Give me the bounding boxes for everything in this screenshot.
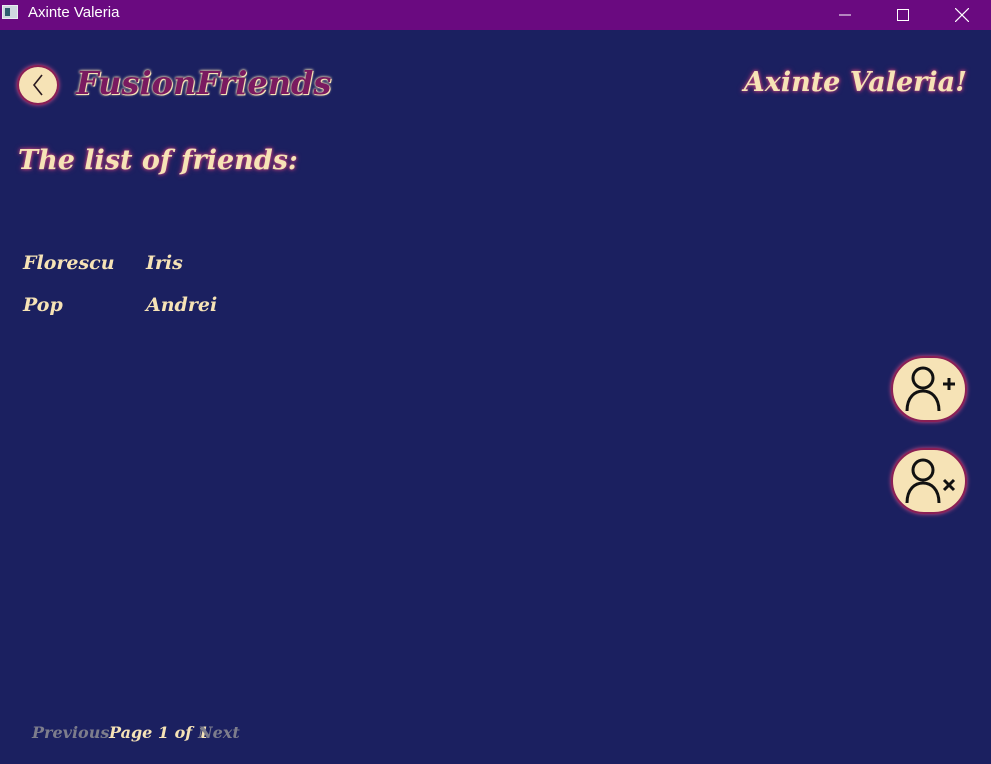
table-row[interactable]: Pop Andrei	[23, 294, 323, 336]
table-row[interactable]: Florescu Iris	[23, 252, 323, 294]
app-brand: FusionFriends	[76, 64, 332, 102]
chevron-left-icon	[32, 74, 43, 96]
friend-first-name: Andrei	[146, 294, 218, 316]
back-button[interactable]	[17, 65, 59, 105]
maximize-icon	[897, 9, 909, 21]
remove-user-icon	[905, 458, 956, 504]
add-friend-button[interactable]	[891, 356, 967, 422]
friend-first-name: Iris	[146, 252, 183, 274]
window-title: Axinte Valeria	[28, 4, 120, 21]
app-window: Axinte Valeria FusionFriends Axinte Vale…	[0, 0, 991, 764]
friends-table: Florescu Iris Pop Andrei	[23, 252, 323, 336]
remove-friend-button[interactable]	[891, 448, 967, 514]
next-page-button[interactable]: Next	[198, 723, 240, 742]
previous-page-button[interactable]: Previous	[32, 723, 109, 742]
app-icon	[2, 5, 18, 19]
friend-last-name: Florescu	[23, 252, 115, 274]
title-bar: Axinte Valeria	[0, 0, 991, 30]
minimize-icon	[839, 14, 851, 16]
page-indicator: Page 1 of 1	[109, 723, 209, 742]
close-button[interactable]	[939, 0, 985, 30]
close-icon	[955, 8, 969, 22]
user-greeting: Axinte Valeria!	[743, 67, 967, 98]
add-user-icon	[905, 366, 955, 412]
page-title: The list of friends:	[18, 145, 298, 176]
maximize-button[interactable]	[880, 0, 926, 30]
minimize-button[interactable]	[822, 0, 868, 30]
friend-last-name: Pop	[23, 294, 63, 316]
